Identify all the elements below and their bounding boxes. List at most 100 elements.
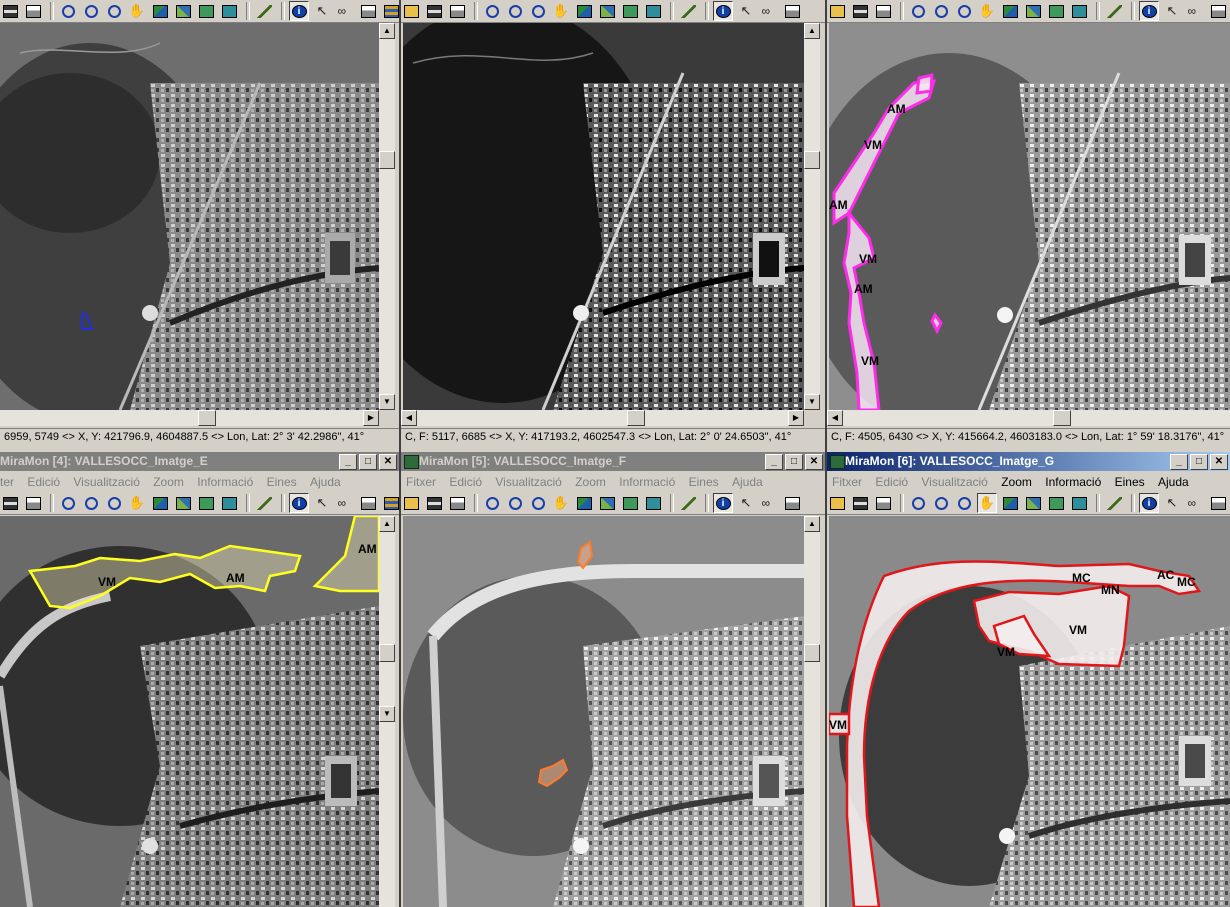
measure-icon[interactable] xyxy=(358,1,378,21)
view-image-2-icon[interactable] xyxy=(597,1,617,21)
scroll-up-icon[interactable]: ▲ xyxy=(804,516,820,532)
map-view[interactable]: AM VM AM VM AM VM xyxy=(829,23,1230,410)
open-icon[interactable] xyxy=(401,1,421,21)
pan-hand-icon[interactable]: ✋ xyxy=(551,1,571,21)
map-view[interactable] xyxy=(403,23,804,410)
scroll-thumb[interactable] xyxy=(804,151,820,169)
zoom-out-icon[interactable] xyxy=(81,1,101,21)
scroll-thumb[interactable] xyxy=(1053,410,1071,426)
zoom-in-icon[interactable] xyxy=(58,493,78,513)
brush-icon[interactable] xyxy=(254,493,274,513)
measure-icon[interactable] xyxy=(782,493,802,513)
menu-edit[interactable]: Edició xyxy=(444,472,487,492)
scroll-thumb[interactable] xyxy=(379,644,395,662)
menu-info[interactable]: Informació xyxy=(614,472,680,492)
pointer-icon[interactable]: ↖ xyxy=(736,1,756,21)
pointer-icon[interactable]: ↖ xyxy=(1162,1,1182,21)
layers-icon[interactable] xyxy=(381,1,399,21)
zoom-out-icon[interactable] xyxy=(81,493,101,513)
view-image-2-icon[interactable] xyxy=(1023,1,1043,21)
zoom-out-icon[interactable] xyxy=(505,1,525,21)
globe-search-icon[interactable] xyxy=(643,493,663,513)
menu-edit[interactable]: Edició xyxy=(870,472,913,492)
view-image-3-icon[interactable] xyxy=(196,1,216,21)
view-image-3-icon[interactable] xyxy=(620,1,640,21)
minimize-button[interactable]: _ xyxy=(339,454,357,470)
print-icon[interactable] xyxy=(447,493,467,513)
scroll-right-icon[interactable]: ▶ xyxy=(363,410,379,426)
save-icon[interactable] xyxy=(0,493,20,513)
menu-help[interactable]: Ajuda xyxy=(305,472,346,492)
minimize-button[interactable]: _ xyxy=(1170,454,1188,470)
measure-icon[interactable] xyxy=(1208,493,1228,513)
brush-icon[interactable] xyxy=(678,493,698,513)
scroll-down-icon[interactable]: ▼ xyxy=(379,706,395,722)
minimize-button[interactable]: _ xyxy=(765,454,783,470)
info-icon[interactable]: i xyxy=(289,493,309,513)
view-image-3-icon[interactable] xyxy=(1046,493,1066,513)
zoom-out-icon[interactable] xyxy=(505,493,525,513)
view-image-icon[interactable] xyxy=(574,493,594,513)
info-icon[interactable]: i xyxy=(1139,493,1159,513)
vertical-scrollbar[interactable]: ▲ xyxy=(804,516,820,907)
save-icon[interactable] xyxy=(0,1,20,21)
open-icon[interactable] xyxy=(827,493,847,513)
view-image-2-icon[interactable] xyxy=(173,493,193,513)
binoculars-icon[interactable]: ∞ xyxy=(1185,1,1205,21)
menu-zoom[interactable]: Zoom xyxy=(570,472,611,492)
binoculars-icon[interactable]: ∞ xyxy=(335,1,355,21)
view-image-3-icon[interactable] xyxy=(1046,1,1066,21)
horizontal-scrollbar[interactable]: ▶ xyxy=(0,410,379,426)
scroll-up-icon[interactable]: ▲ xyxy=(379,23,395,39)
close-button[interactable]: ✕ xyxy=(1210,454,1228,470)
zoom-window-icon[interactable] xyxy=(954,493,974,513)
zoom-out-icon[interactable] xyxy=(931,493,951,513)
globe-search-icon[interactable] xyxy=(643,1,663,21)
globe-search-icon[interactable] xyxy=(219,1,239,21)
title-bar[interactable]: MiraMon [6]: VALLESOCC_Imatge_G _ □ ✕ xyxy=(827,452,1230,471)
menu-view[interactable]: Visualització xyxy=(916,472,992,492)
pointer-icon[interactable]: ↖ xyxy=(312,1,332,21)
view-image-icon[interactable] xyxy=(574,1,594,21)
print-icon[interactable] xyxy=(23,1,43,21)
view-image-2-icon[interactable] xyxy=(173,1,193,21)
save-icon[interactable] xyxy=(424,1,444,21)
menu-zoom[interactable]: Zoom xyxy=(148,472,189,492)
menu-info[interactable]: Informació xyxy=(1040,472,1106,492)
view-image-icon[interactable] xyxy=(1000,493,1020,513)
close-button[interactable]: ✕ xyxy=(805,454,823,470)
map-view[interactable] xyxy=(0,23,379,410)
print-icon[interactable] xyxy=(447,1,467,21)
open-icon[interactable] xyxy=(401,493,421,513)
scroll-thumb[interactable] xyxy=(379,151,395,169)
horizontal-scrollbar[interactable]: ◀ xyxy=(827,410,1230,426)
zoom-in-icon[interactable] xyxy=(482,493,502,513)
menu-tools[interactable]: Eines xyxy=(262,472,302,492)
menu-file[interactable]: ter xyxy=(0,472,19,492)
maximize-button[interactable]: □ xyxy=(359,454,377,470)
brush-icon[interactable] xyxy=(1104,493,1124,513)
brush-icon[interactable] xyxy=(1104,1,1124,21)
view-image-2-icon[interactable] xyxy=(1023,493,1043,513)
view-image-icon[interactable] xyxy=(150,1,170,21)
pan-hand-icon[interactable]: ✋ xyxy=(127,1,147,21)
vertical-scrollbar[interactable]: ▲ ▼ xyxy=(379,516,395,907)
zoom-in-icon[interactable] xyxy=(58,1,78,21)
menu-edit[interactable]: Edició xyxy=(22,472,65,492)
open-icon[interactable] xyxy=(827,1,847,21)
view-image-3-icon[interactable] xyxy=(196,493,216,513)
zoom-window-icon[interactable] xyxy=(954,1,974,21)
zoom-window-icon[interactable] xyxy=(104,493,124,513)
view-image-2-icon[interactable] xyxy=(597,493,617,513)
zoom-in-icon[interactable] xyxy=(482,1,502,21)
scroll-up-icon[interactable]: ▲ xyxy=(379,516,395,532)
menu-help[interactable]: Ajuda xyxy=(727,472,768,492)
zoom-in-icon[interactable] xyxy=(908,1,928,21)
scroll-left-icon[interactable]: ◀ xyxy=(401,410,417,426)
menu-tools[interactable]: Eines xyxy=(684,472,724,492)
globe-search-icon[interactable] xyxy=(1069,1,1089,21)
scroll-down-icon[interactable]: ▼ xyxy=(804,394,820,410)
menu-tools[interactable]: Eines xyxy=(1110,472,1150,492)
print-icon[interactable] xyxy=(873,1,893,21)
globe-search-icon[interactable] xyxy=(219,493,239,513)
